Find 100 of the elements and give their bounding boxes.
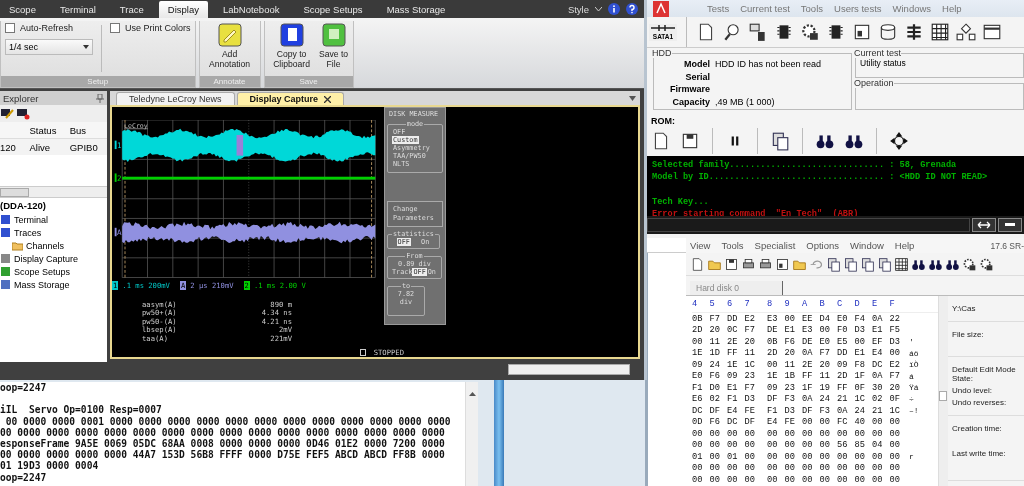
window-icon[interactable]: [982, 22, 1002, 42]
menu-item[interactable]: Users tests: [834, 3, 882, 14]
diagram-icon[interactable]: [956, 22, 976, 42]
hex-byte: 0A: [837, 405, 849, 416]
hex-byte: 00: [889, 428, 901, 439]
copy-icon[interactable]: [877, 256, 892, 272]
hex-byte: 00: [819, 428, 831, 439]
ribbon-tab[interactable]: Trace: [110, 1, 153, 18]
copy-icon[interactable]: [826, 256, 841, 272]
menu-item[interactable]: Tests: [707, 3, 730, 14]
hex-byte: D0: [709, 382, 721, 393]
hex-byte: FF: [802, 371, 814, 382]
document-tab[interactable]: Teledyne LeCroy News: [116, 92, 235, 105]
computer-icon[interactable]: [748, 22, 768, 42]
hex-byte: EE: [802, 313, 814, 324]
hex-byte: 00: [854, 474, 866, 485]
scrollbar[interactable]: [0, 186, 107, 198]
menu-item[interactable]: Tools: [721, 240, 744, 251]
grid-icon[interactable]: [894, 256, 909, 272]
tree-root[interactable]: (DDA-120): [0, 200, 107, 213]
menu-item[interactable]: Windows: [892, 3, 932, 14]
auto-refresh-checkbox[interactable]: Auto-Refresh: [5, 23, 93, 33]
hex-byte: 00: [767, 428, 779, 439]
refresh-rate-dropdown[interactable]: 1/4 sec: [5, 39, 93, 55]
copy-icon[interactable]: [860, 256, 875, 272]
panel-icon[interactable]: [775, 256, 790, 272]
ribbon-button[interactable]: Copy to Clipboard: [268, 23, 315, 74]
disconnect-icon[interactable]: [16, 107, 30, 120]
pin-icon[interactable]: [96, 93, 104, 103]
hex-byte: FF: [727, 348, 739, 359]
hex-byte: D4: [819, 313, 831, 324]
menu-item[interactable]: Help: [942, 3, 962, 14]
menu-item[interactable]: Options: [806, 240, 840, 251]
trace-label: A: [117, 228, 122, 238]
grid-icon[interactable]: [930, 22, 950, 42]
hex-byte: D3: [784, 405, 796, 416]
connect-icon[interactable]: [0, 107, 14, 120]
info-label: File size:: [952, 330, 985, 339]
print-colors-checkbox[interactable]: Use Print Colors: [110, 23, 191, 33]
document-tab[interactable]: Display Capture: [236, 92, 345, 105]
dropdown-icon[interactable]: [629, 95, 636, 101]
tree-item[interactable]: Terminal: [0, 213, 107, 226]
chip-icon[interactable]: [826, 22, 846, 42]
stack-icon[interactable]: [904, 22, 924, 42]
hex-byte: 00: [784, 474, 796, 485]
save-icon[interactable]: [724, 256, 739, 272]
hex-byte: 00: [767, 463, 779, 474]
close-icon[interactable]: [324, 95, 332, 103]
copy-icon[interactable]: [770, 131, 790, 151]
save-icon[interactable]: [680, 131, 700, 151]
scrollbar[interactable]: [938, 296, 948, 486]
style-menu[interactable]: Style: [567, 3, 589, 15]
menu-item[interactable]: Window: [850, 240, 884, 251]
document-icon[interactable]: [690, 256, 705, 272]
hex-byte: F7: [819, 348, 831, 359]
trace-label: 1: [117, 141, 122, 151]
menu-item[interactable]: Specialist: [754, 240, 796, 251]
info-icon[interactable]: [608, 3, 620, 15]
resize-button[interactable]: [972, 218, 996, 232]
ribbon-tab[interactable]: Mass Storage: [377, 1, 455, 18]
cylinder-icon[interactable]: [878, 22, 898, 42]
app-icon[interactable]: [653, 0, 669, 17]
minimize-button[interactable]: [998, 218, 1022, 232]
ribbon-tab[interactable]: LabNotebook: [213, 1, 289, 18]
text-column: Ÿá: [909, 383, 919, 393]
hex-byte: 1F: [854, 371, 866, 382]
hex-byte: 21: [872, 405, 884, 416]
menu-item[interactable]: View: [690, 240, 711, 251]
hex-byte: 1C: [744, 359, 756, 370]
hex-byte: E6: [692, 394, 704, 405]
hex-byte: DF: [767, 394, 779, 405]
ribbon-tab[interactable]: Scope Setups: [294, 1, 372, 18]
ribbon-tab[interactable]: Scope: [0, 1, 45, 18]
ribbon-button[interactable]: Save to File: [318, 23, 349, 74]
move-icon[interactable]: [889, 131, 909, 151]
chip-icon[interactable]: [774, 22, 794, 42]
tree-item[interactable]: Traces: [0, 226, 107, 239]
tree-item[interactable]: Scope Setups: [0, 265, 107, 278]
ribbon-tab[interactable]: Display: [158, 1, 208, 18]
hex-byte: 00: [854, 451, 866, 462]
menu-item[interactable]: Help: [894, 240, 915, 251]
hex-byte: F4: [854, 313, 866, 324]
tree-item[interactable]: Display Capture: [0, 252, 107, 265]
field-value: HDD ID has not been read: [715, 59, 822, 70]
copy-icon[interactable]: [843, 256, 858, 272]
panel-icon[interactable]: [852, 22, 872, 42]
hex-byte: F7: [744, 325, 756, 336]
hex-byte: F7: [889, 371, 901, 382]
hex-byte: 0C: [727, 325, 739, 336]
ribbon-tab[interactable]: Terminal: [50, 1, 105, 18]
node-icon: [0, 279, 11, 290]
help-icon[interactable]: [626, 3, 638, 15]
hex-byte: 00: [709, 428, 721, 439]
tree-item[interactable]: Channels: [0, 239, 107, 252]
ribbon-button[interactable]: Add Annotation: [203, 23, 256, 74]
scrollbar[interactable]: [465, 382, 478, 486]
tree-item[interactable]: Mass Storage: [0, 278, 107, 291]
console-line: Tech Key...: [652, 195, 710, 208]
menu-item[interactable]: Tools: [800, 3, 823, 14]
menu-item[interactable]: Current test: [740, 3, 790, 14]
